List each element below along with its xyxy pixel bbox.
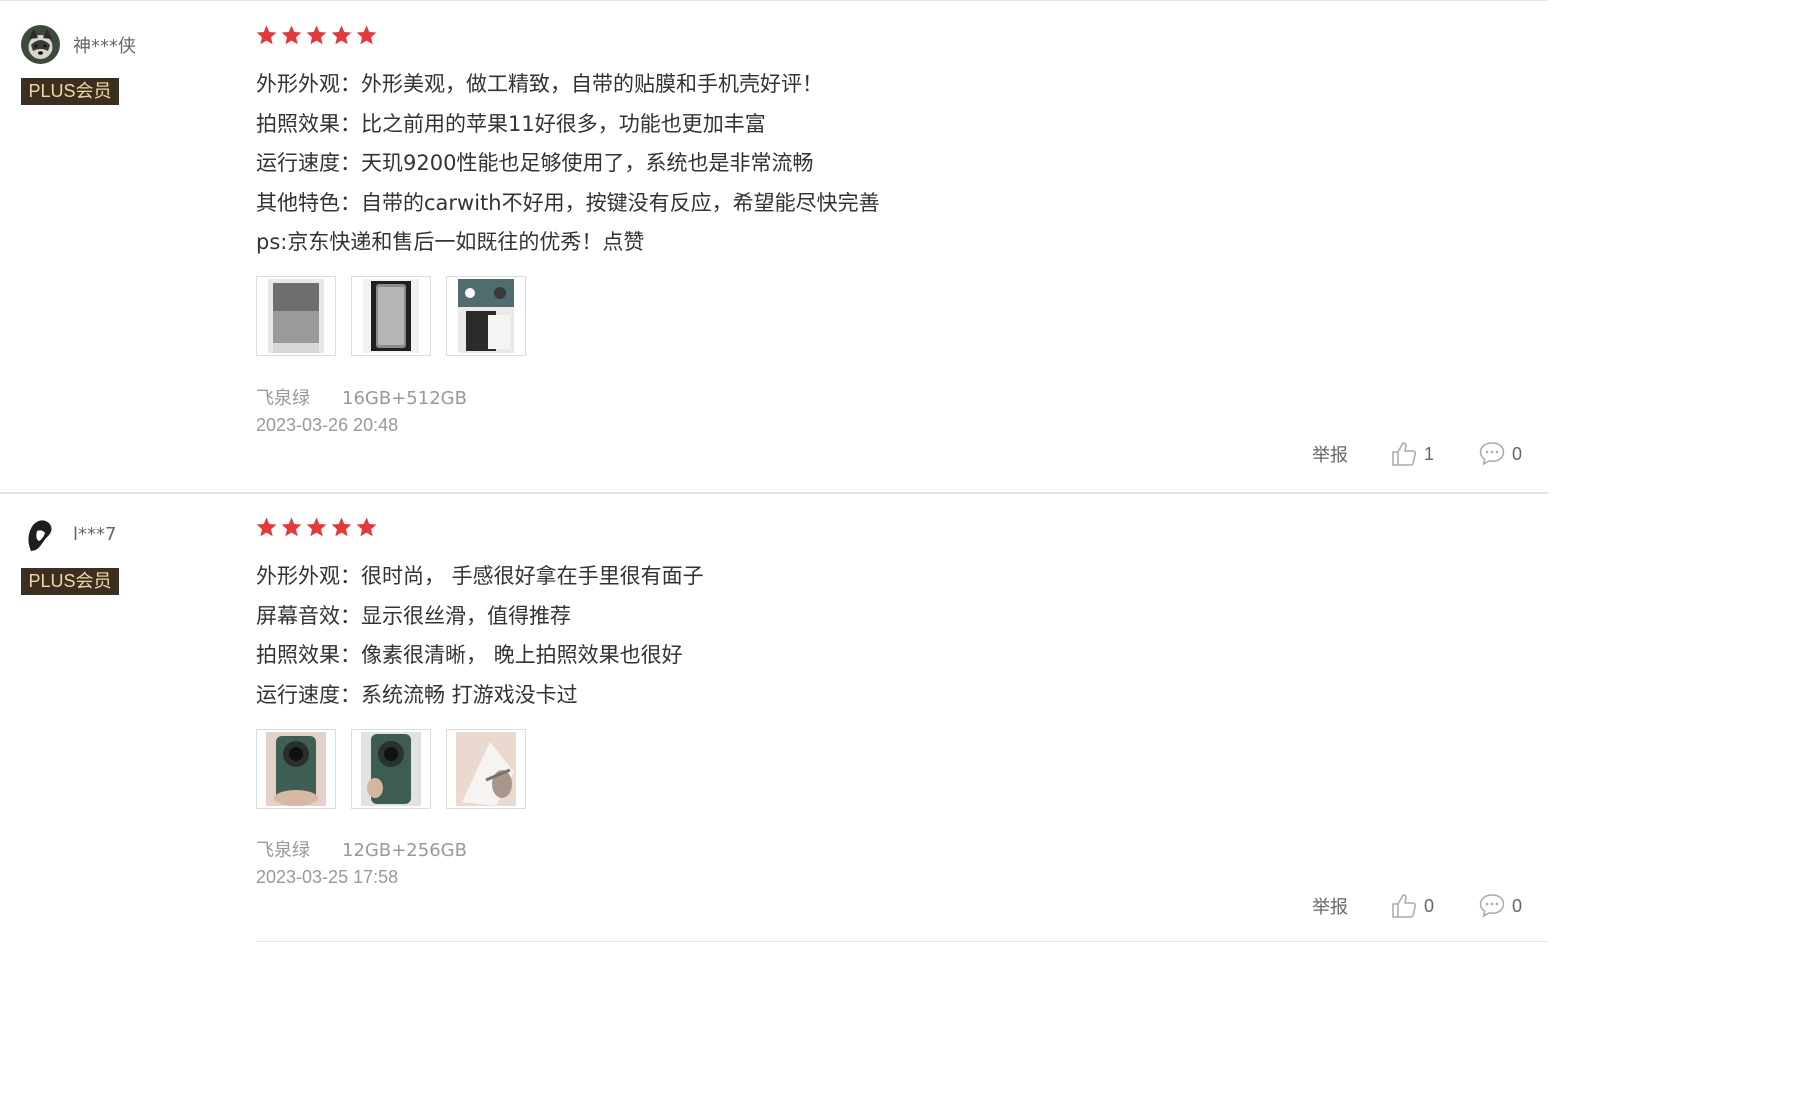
plus-member-badge: PLUS会员 [21,78,119,105]
variant-spec: 16GB+512GB [342,388,467,409]
star-icon [355,516,378,539]
like-count: 0 [1424,895,1435,916]
report-button[interactable]: 举报 [1312,441,1348,467]
review-item: l***7 PLUS会员 外形外观：很时尚， 手感很好拿在手里很有面子 屏幕音效… [0,494,1548,940]
product-variant: 飞泉绿 16GB+512GB [256,384,467,410]
comment-bubble-icon [1478,892,1506,920]
photo-thumbnail[interactable] [256,276,336,356]
review-line: 运行速度：天玑9200性能也足够使用了，系统也是非常流畅 [256,151,814,175]
like-count: 1 [1424,443,1435,464]
comment-button[interactable]: 0 [1478,440,1522,468]
photo-thumbnail[interactable] [256,729,336,809]
photo-thumbnail[interactable] [351,276,431,356]
star-icon [280,24,303,47]
like-button[interactable]: 0 [1390,892,1434,920]
star-icon [330,516,353,539]
photo-thumbnail[interactable] [351,729,431,809]
photo-thumbnails [256,729,526,809]
username: l***7 [73,524,117,545]
like-button[interactable]: 1 [1390,440,1434,468]
plus-member-badge: PLUS会员 [21,568,119,595]
review-date: 2023-03-25 17:58 [256,867,399,887]
thumbs-up-icon [1390,892,1418,920]
star-rating [255,516,378,539]
review-line: 外形外观：外形美观，做工精致，自带的贴膜和手机壳好评！ [256,72,823,96]
star-icon [305,24,328,47]
review-line: 拍照效果：比之前用的苹果11好很多，功能也更加丰富 [256,111,766,136]
product-variant: 飞泉绿 12GB+256GB [256,836,467,862]
review-line: ps:京东快递和售后一如既往的优秀！点赞 [256,230,645,254]
review-actions: 举报 0 0 [1312,892,1522,920]
variant-color: 飞泉绿 [256,840,310,861]
review-line: 屏幕音效：显示很丝滑，值得推荐 [256,603,571,628]
comment-count: 0 [1512,443,1523,464]
user-avatar[interactable] [21,25,60,64]
username: 神***侠 [73,36,136,57]
report-button[interactable]: 举报 [1312,893,1348,919]
star-icon [355,24,378,47]
bottom-divider [256,941,1548,942]
review-line: 其他特色：自带的carwith不好用，按键没有反应，希望能尽快完善 [256,190,880,215]
variant-spec: 12GB+256GB [342,840,467,861]
review-list: 神***侠 PLUS会员 外形外观：外形美观，做工精致，自带的贴膜和手机壳好评！… [0,0,1548,1094]
star-icon [280,516,303,539]
star-icon [305,516,328,539]
review-actions: 举报 1 0 [1312,440,1522,468]
star-icon [255,24,278,47]
photo-thumbnail[interactable] [446,276,526,356]
review-text: 外形外观：很时尚， 手感很好拿在手里很有面子 屏幕音效：显示很丝滑，值得推荐 拍… [256,560,704,718]
top-divider [0,0,1548,1]
review-date: 2023-03-26 20:48 [256,415,399,435]
star-icon [255,516,278,539]
review-line: 拍照效果：像素很清晰， 晚上拍照效果也很好 [256,643,683,667]
review-text: 外形外观：外形美观，做工精致，自带的贴膜和手机壳好评！ 拍照效果：比之前用的苹果… [256,68,880,266]
review-line: 外形外观：很时尚， 手感很好拿在手里很有面子 [256,564,704,588]
review-line: 运行速度：系统流畅 打游戏没卡过 [256,682,578,707]
variant-color: 飞泉绿 [256,388,310,409]
star-icon [330,24,353,47]
comment-bubble-icon [1478,440,1506,468]
star-rating [255,24,378,47]
user-avatar[interactable] [21,515,60,554]
thumbs-up-icon [1390,440,1418,468]
review-item: 神***侠 PLUS会员 外形外观：外形美观，做工精致，自带的贴膜和手机壳好评！… [0,2,1548,492]
comment-count: 0 [1512,895,1523,916]
photo-thumbnail[interactable] [446,729,526,809]
photo-thumbnails [256,276,526,356]
comment-button[interactable]: 0 [1478,892,1522,920]
